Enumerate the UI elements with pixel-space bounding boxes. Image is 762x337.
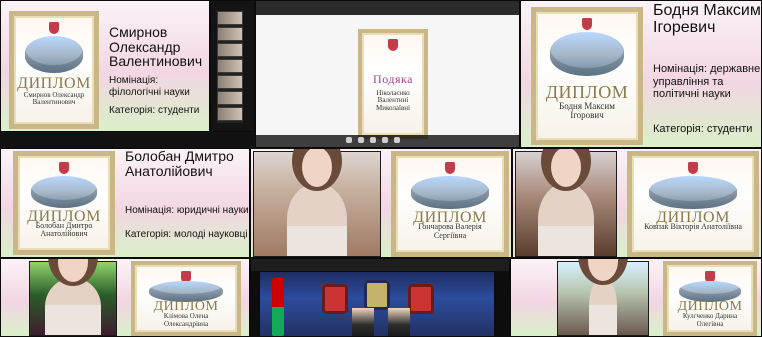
diploma-document: Диплом Клімова Олена Олександрівна bbox=[131, 261, 241, 336]
control-icon[interactable] bbox=[370, 137, 376, 143]
tile-goncharova[interactable]: Диплом Гончарова Валерія Сергіївна bbox=[250, 148, 512, 258]
tile-kulgchenko[interactable]: Диплом Кулгченко Дарина Олегівна bbox=[510, 258, 762, 337]
building-image bbox=[30, 176, 98, 208]
diploma-name: Клімова Олена Олександрівна bbox=[163, 312, 209, 328]
diploma-document: Диплом Бодня Максим Ігорович bbox=[531, 7, 643, 145]
diploma-name: Смирнов Олександр Валентинович bbox=[23, 90, 85, 106]
diploma-name: Болобан Дмитро Анатолійович bbox=[35, 220, 93, 239]
emblem-icon bbox=[364, 280, 390, 310]
participant-photo bbox=[253, 149, 381, 257]
building-image bbox=[550, 32, 624, 76]
emblem-icon bbox=[322, 284, 348, 314]
participant-photo bbox=[515, 149, 617, 257]
podyaka-title: Подяка bbox=[373, 71, 413, 86]
tile-diploma-smyrnov[interactable]: Диплом Смирнов Олександр Валентинович См… bbox=[0, 0, 210, 132]
tile-meeting-room[interactable] bbox=[250, 258, 510, 337]
crest-icon bbox=[59, 162, 69, 174]
winner-name: Смирнов Олександр Валентинович bbox=[109, 24, 203, 70]
nomination-text: Номінація: юридичні науки bbox=[125, 205, 249, 216]
thumbnail-strip bbox=[217, 11, 243, 123]
diploma-document: Диплом Смирнов Олександр Валентинович bbox=[9, 11, 99, 129]
diploma-document: Диплом Кулгченко Дарина Олегівна bbox=[663, 261, 757, 336]
category-text: Категорія: студенти bbox=[653, 123, 753, 135]
participant-thumbnail[interactable] bbox=[217, 27, 243, 41]
meeting-controls bbox=[251, 259, 509, 271]
flag-icon bbox=[272, 278, 284, 336]
participant-thumbnail[interactable] bbox=[217, 107, 243, 121]
podyaka-name: Ніколаєнко Валентині Миколаївні bbox=[376, 89, 410, 112]
tile-diploma-bodnya[interactable]: Диплом Бодня Максим Ігорович Бодня Макси… bbox=[520, 0, 762, 148]
tile-participants-thumbnails[interactable] bbox=[210, 0, 255, 132]
participant-thumbnail[interactable] bbox=[217, 43, 243, 57]
category-text: Категорія: молоді науковці bbox=[125, 229, 248, 240]
crest-icon bbox=[49, 22, 59, 34]
crest-icon bbox=[388, 39, 398, 51]
diploma-name: Кулгченко Дарина Олегівна bbox=[682, 312, 738, 328]
tile-kovpak[interactable]: Диплом Ковпак Вікторія Анатоліївна bbox=[512, 148, 762, 258]
thanks-document: Подяка Ніколаєнко Валентині Миколаївні bbox=[358, 29, 428, 139]
diploma-document: Диплом Ковпак Вікторія Анатоліївна bbox=[627, 151, 759, 257]
meeting-video bbox=[259, 271, 495, 336]
participant-thumbnail[interactable] bbox=[217, 91, 243, 105]
person-in-meeting bbox=[388, 308, 410, 336]
winner-name: Болобан Дмитро Анатолійович bbox=[125, 148, 234, 179]
participant-thumbnail[interactable] bbox=[217, 59, 243, 73]
person-in-meeting bbox=[352, 308, 374, 336]
control-icon[interactable] bbox=[382, 137, 388, 143]
person-silhouette bbox=[45, 259, 101, 335]
tile-shared-screen[interactable]: Подяка Ніколаєнко Валентині Миколаївні bbox=[255, 0, 520, 148]
building-image bbox=[649, 176, 737, 209]
nomination-text: Номінація: філологічні науки bbox=[109, 75, 190, 98]
person-silhouette bbox=[538, 149, 594, 256]
winner-name: Бодня Максим Ігоревич bbox=[653, 2, 761, 36]
participant-photo bbox=[557, 259, 649, 336]
person-silhouette bbox=[588, 259, 618, 335]
nomination-text: Номінація: державне управління та політи… bbox=[653, 63, 761, 101]
category-text: Категорія: студенти bbox=[109, 105, 200, 116]
diploma-name: Бодня Максим Ігорович bbox=[559, 100, 615, 121]
viewer-controls[interactable] bbox=[256, 135, 519, 147]
crest-icon bbox=[445, 162, 455, 174]
crest-icon bbox=[688, 162, 698, 174]
building-image bbox=[25, 36, 83, 73]
video-conference-gallery: Диплом Смирнов Олександр Валентинович См… bbox=[0, 0, 762, 337]
tile-diploma-boloban[interactable]: Диплом Болобан Дмитро Анатолійович Болоб… bbox=[0, 148, 250, 258]
person-silhouette bbox=[286, 149, 348, 256]
crest-icon bbox=[582, 18, 592, 30]
shared-screen-toolbar bbox=[256, 1, 519, 15]
emblem-icon bbox=[408, 284, 434, 314]
control-icon[interactable] bbox=[346, 137, 352, 143]
control-icon[interactable] bbox=[394, 137, 400, 143]
building-image bbox=[411, 176, 489, 209]
participant-thumbnail[interactable] bbox=[217, 11, 243, 25]
tile-klimova[interactable]: Диплом Клімова Олена Олександрівна bbox=[0, 258, 250, 337]
participant-photo bbox=[29, 259, 117, 336]
diploma-document: Диплом Болобан Дмитро Анатолійович bbox=[13, 151, 115, 255]
control-icon[interactable] bbox=[358, 137, 364, 143]
participant-thumbnail[interactable] bbox=[217, 75, 243, 89]
diploma-name: Гончарова Валерія Сергіївна bbox=[418, 222, 482, 240]
diploma-document: Диплом Гончарова Валерія Сергіївна bbox=[391, 151, 509, 257]
diploma-name: Ковпак Вікторія Анатоліївна bbox=[644, 222, 742, 232]
